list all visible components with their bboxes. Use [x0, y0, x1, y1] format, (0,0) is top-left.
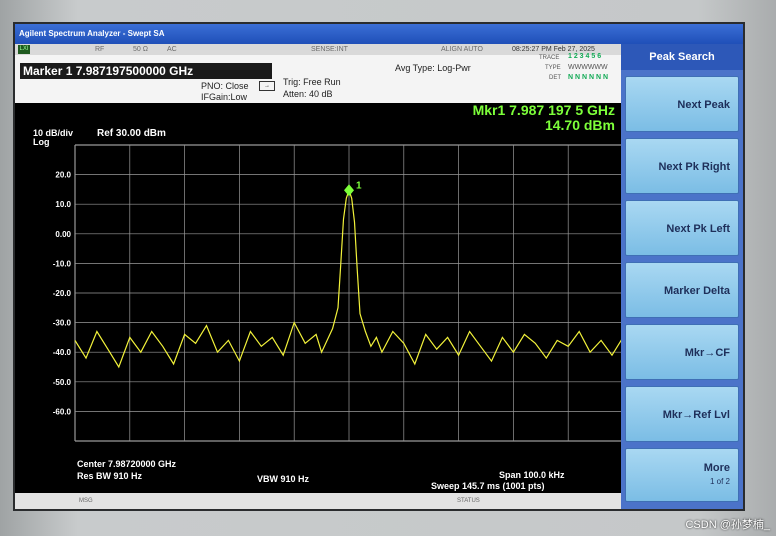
status-bar: LXI RF 50 Ω AC SENSE:INT ALIGN AUTO 08:2… — [15, 44, 621, 55]
marker-readout: Mkr1 7.987 197 5 GHz 14.70 dBm — [473, 103, 615, 133]
marker-1[interactable]: 1 — [344, 180, 362, 197]
marker-delta-button[interactable]: Marker Delta — [625, 262, 739, 318]
marker-frequency: Mkr1 7.987 197 5 GHz — [472, 102, 615, 118]
pno-setting: PNO: Close — [201, 81, 249, 91]
info-panel: Marker 1 7.987197500000 GHz PNO: Close →… — [15, 53, 621, 103]
softkey-panel: Peak Search Next Peak Next Pk Right Next… — [621, 44, 743, 509]
next-pk-left-button[interactable]: Next Pk Left — [625, 200, 739, 256]
arrow-icon: → — [259, 81, 275, 91]
sense-label: SENSE:INT — [311, 46, 348, 53]
y-tick-label: 0.00 — [55, 230, 71, 239]
marker-amplitude: 14.70 dBm — [544, 117, 615, 133]
y-tick-labels: 20.0 10.0 0.00 -10.0 -20.0 -30.0 -40.0 -50.0 -60… — [53, 171, 72, 417]
mkr-ref-lvl-button[interactable]: Mkr→Ref Lvl — [625, 386, 739, 442]
spectrum-plot[interactable]: 20.0 10.0 0.00 -10.0 -20.0 -30.0 -40.0 -50.0 -60… — [15, 143, 621, 473]
trace-values: 1 2 3 4 5 6 — [568, 53, 602, 60]
watermark: CSDN @孙梦楠_ — [685, 519, 770, 531]
softkey-menu-title: Peak Search — [621, 44, 743, 70]
avg-type: Avg Type: Log-Pwr — [395, 63, 471, 73]
trig-setting: Trig: Free Run — [283, 77, 341, 87]
next-peak-button[interactable]: Next Peak — [625, 76, 739, 132]
center-freq: Center 7.98720000 GHz — [77, 459, 177, 469]
atten-setting: Atten: 40 dB — [283, 89, 333, 99]
vbw: VBW 910 Hz — [257, 474, 310, 484]
y-tick-label: -30.0 — [53, 319, 72, 328]
trace-label: TRACE — [539, 55, 560, 61]
plot-area: Mkr1 7.987 197 5 GHz 14.70 dBm 10 dB/div… — [15, 103, 621, 493]
more-label: More — [703, 462, 730, 474]
marker-number-label: 1 — [356, 180, 362, 191]
msg-label: MSG — [79, 498, 93, 504]
y-tick-label: -60.0 — [53, 407, 72, 416]
trace-1 — [74, 188, 621, 369]
y-tick-label: -40.0 — [53, 348, 72, 357]
det-label: DET — [549, 75, 561, 81]
window-title: Agilent Spectrum Analyzer - Swept SA — [15, 24, 743, 44]
y-tick-label: -50.0 — [53, 378, 72, 387]
more-button[interactable]: More 1 of 2 — [625, 448, 739, 502]
next-pk-right-button[interactable]: Next Pk Right — [625, 138, 739, 194]
ref-level: Ref 30.00 dBm — [97, 128, 166, 139]
type-values: WWWWWW — [568, 64, 608, 71]
status-label: STATUS — [457, 498, 480, 504]
impedance-label: 50 Ω — [133, 46, 148, 53]
y-tick-label: 10.0 — [55, 200, 71, 209]
more-page: 1 of 2 — [709, 477, 730, 486]
analyzer-screen: Agilent Spectrum Analyzer - Swept SA LXI… — [13, 22, 745, 511]
marker-title[interactable]: Marker 1 7.987197500000 GHz — [20, 63, 272, 79]
y-tick-label: -20.0 — [53, 289, 72, 298]
rf-label: RF — [95, 46, 105, 53]
coupling-label: AC — [167, 46, 177, 53]
res-bw: Res BW 910 Hz — [77, 471, 143, 481]
lxi-badge: LXI — [18, 45, 30, 54]
align-label: ALIGN AUTO — [441, 46, 483, 53]
type-label: TYPE — [545, 65, 561, 71]
det-values: N N N N N N — [568, 74, 609, 81]
ifgain-setting: IFGain:Low — [201, 92, 248, 102]
message-bar: MSG STATUS — [15, 493, 621, 509]
marker-diamond-icon[interactable] — [344, 184, 354, 197]
y-tick-label: -10.0 — [53, 259, 72, 268]
mkr-cf-button[interactable]: Mkr→CF — [625, 324, 739, 380]
y-tick-label: 20.0 — [55, 171, 71, 180]
sweep: Sweep 145.7 ms (1001 pts) — [431, 481, 545, 491]
span: Span 100.0 kHz — [499, 470, 565, 480]
